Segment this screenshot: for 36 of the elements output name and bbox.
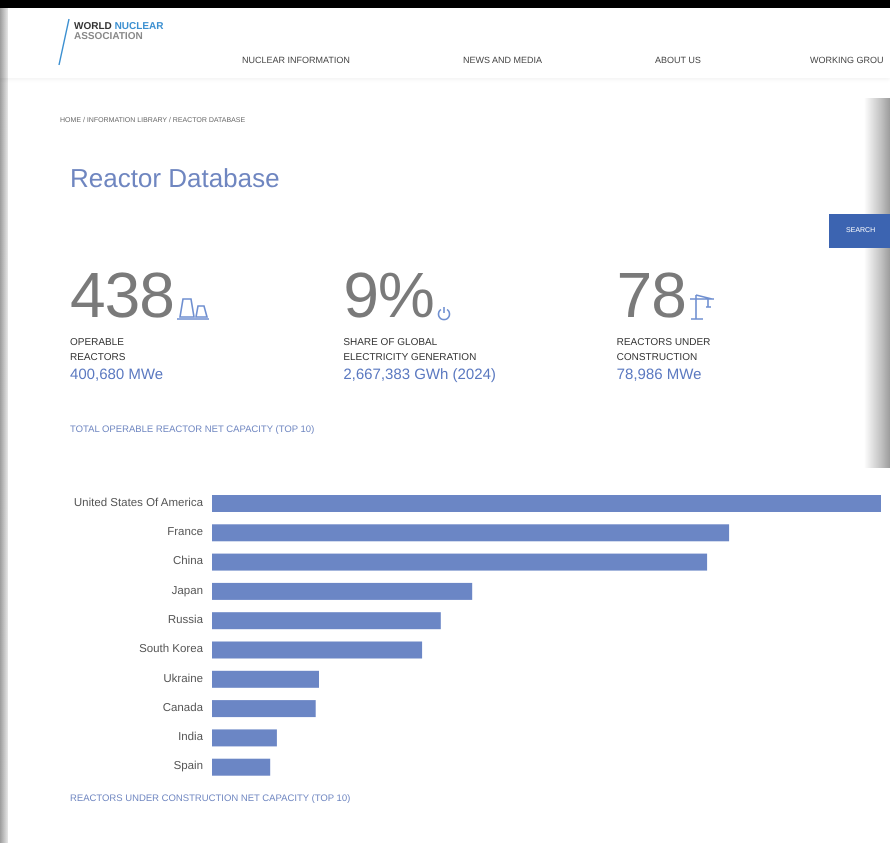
stat-label: CONSTRUCTION bbox=[616, 350, 698, 364]
bar-label: United States Of America bbox=[72, 496, 203, 511]
page-title: Reactor Database bbox=[70, 164, 281, 190]
stat-label: REACTORS bbox=[70, 350, 126, 364]
stat-value: 2,667,383 GWh (2024) bbox=[343, 364, 497, 384]
bar-label: France bbox=[166, 525, 203, 540]
stat-number: 78 bbox=[616, 262, 686, 326]
stat-number: 438 bbox=[70, 262, 174, 326]
chart-bar bbox=[212, 729, 277, 746]
logo-text-accent: NUCLEAR bbox=[114, 21, 164, 32]
stat-label: ELECTRICITY GENERATION bbox=[343, 350, 478, 364]
bar-label: China bbox=[172, 554, 203, 570]
section-heading: TOTAL OPERABLE REACTOR NET CAPACITY (TOP 10) bbox=[70, 422, 316, 436]
stat-label: SHARE OF GLOBAL bbox=[343, 336, 438, 350]
nav-link[interactable]: ABOUT US bbox=[655, 54, 701, 68]
logo-text: WORLD bbox=[74, 21, 112, 32]
bar-label: Ukraine bbox=[162, 672, 203, 687]
chart-bar bbox=[212, 758, 270, 776]
section-heading: REACTORS UNDER CONSTRUCTION NET CAPACITY (TOP 10) bbox=[70, 792, 352, 806]
stat-value: 400,680 MWe bbox=[70, 364, 164, 384]
power-icon bbox=[436, 304, 452, 320]
stat-value: 78,986 MWe bbox=[616, 364, 702, 384]
bar-label: South Korea bbox=[138, 642, 203, 658]
bar-label: Japan bbox=[170, 584, 203, 599]
stat-label: REACTORS UNDER bbox=[616, 336, 712, 350]
nav-link[interactable]: WORKING GROU bbox=[810, 54, 884, 68]
bar-label: India bbox=[177, 730, 203, 746]
nav-link[interactable]: NUCLEAR INFORMATION bbox=[242, 54, 350, 68]
logo-subtitle: ASSOCIATION bbox=[74, 32, 144, 42]
nav-link[interactable]: NEWS AND MEDIA bbox=[463, 54, 542, 68]
bar-label: Canada bbox=[162, 700, 203, 716]
bar-label: Spain bbox=[172, 759, 203, 774]
logo-slash-icon bbox=[58, 18, 70, 66]
stat-number: 9% bbox=[343, 262, 434, 326]
stat-label: OPERABLE bbox=[70, 336, 125, 350]
bar-label: Russia bbox=[166, 612, 203, 628]
